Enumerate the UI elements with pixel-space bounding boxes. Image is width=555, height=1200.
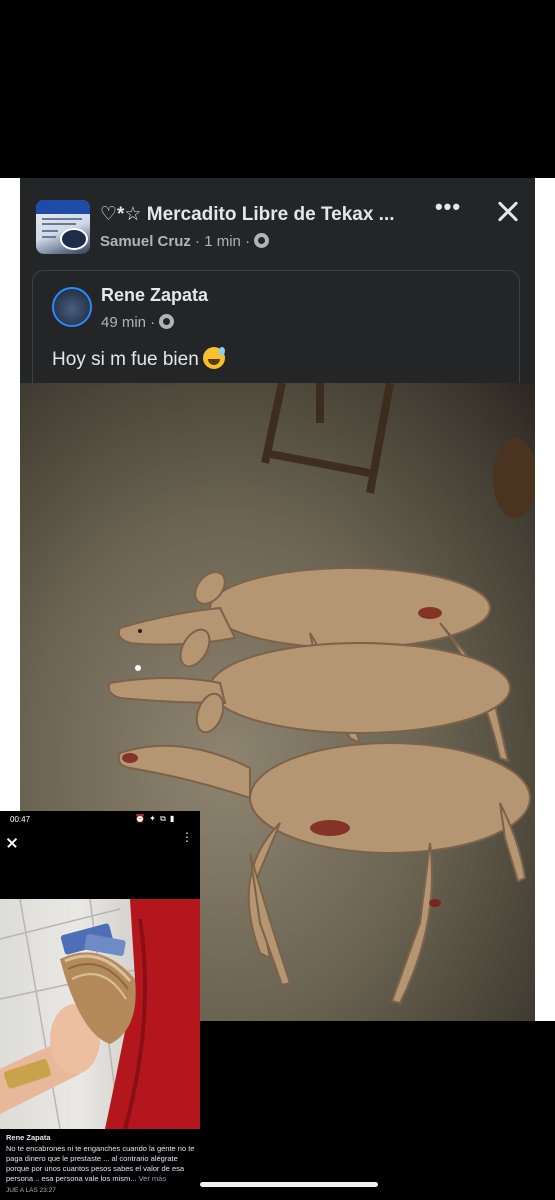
globe-icon bbox=[254, 233, 270, 248]
more-vertical-icon[interactable]: ⋮ bbox=[181, 831, 193, 851]
meta-separator: · bbox=[150, 314, 156, 331]
inset-status-time: 00:47 bbox=[10, 815, 31, 824]
inset-caption-text: No te encabrones ni te enganches cuando … bbox=[6, 1144, 195, 1183]
grinning-sweat-emoji-icon bbox=[202, 347, 225, 369]
group-title[interactable]: ♡*☆ Mercadito Libre de Tekax ... bbox=[100, 203, 420, 226]
post-time[interactable]: 1 min bbox=[204, 233, 241, 250]
shared-post-text-content: Hoy si m fue bien bbox=[52, 349, 199, 370]
see-more-link[interactable]: Ver más bbox=[139, 1174, 167, 1183]
group-avatar[interactable] bbox=[36, 200, 90, 254]
shared-post-time[interactable]: 49 min bbox=[101, 314, 146, 331]
inset-date: JUE A LAS 23:27 bbox=[6, 1187, 56, 1194]
avatar[interactable] bbox=[52, 287, 92, 327]
inset-status-bar: 00:47 ⏰ ✦ ⧉ ▮ bbox=[0, 811, 200, 829]
home-indicator[interactable] bbox=[200, 1182, 378, 1187]
inset-caption: Rene Zapata No te encabrones ni te engan… bbox=[6, 1133, 198, 1184]
inset-photo[interactable] bbox=[0, 899, 200, 1129]
meta-separator: · bbox=[245, 233, 251, 250]
more-options-button[interactable]: ••• bbox=[430, 196, 466, 222]
close-icon[interactable] bbox=[492, 196, 524, 228]
post-meta: Samuel Cruz · 1 min · bbox=[100, 233, 270, 250]
post-header: ♡*☆ Mercadito Libre de Tekax ... Samuel … bbox=[20, 178, 535, 258]
inset-author[interactable]: Rene Zapata bbox=[6, 1133, 198, 1143]
inset-status-icons: ⏰ ✦ ⧉ ▮ bbox=[135, 814, 176, 823]
inset-screenshot: 00:47 ⏰ ✦ ⧉ ▮ ⋮ Rene Zapata No te encabr… bbox=[0, 811, 200, 1200]
screen-top-area bbox=[0, 0, 555, 178]
shared-post[interactable]: Rene Zapata 49 min · Hoy si m fue bien bbox=[32, 270, 520, 400]
inset-photo-illustration bbox=[0, 899, 200, 1129]
shared-post-meta: 49 min · bbox=[101, 314, 175, 331]
meta-separator: · bbox=[195, 233, 201, 250]
post-author[interactable]: Samuel Cruz bbox=[100, 233, 191, 250]
shared-post-author[interactable]: Rene Zapata bbox=[101, 285, 208, 306]
close-icon[interactable] bbox=[4, 835, 20, 851]
globe-icon bbox=[159, 314, 175, 329]
shared-post-text: Hoy si m fue bien bbox=[52, 347, 225, 371]
